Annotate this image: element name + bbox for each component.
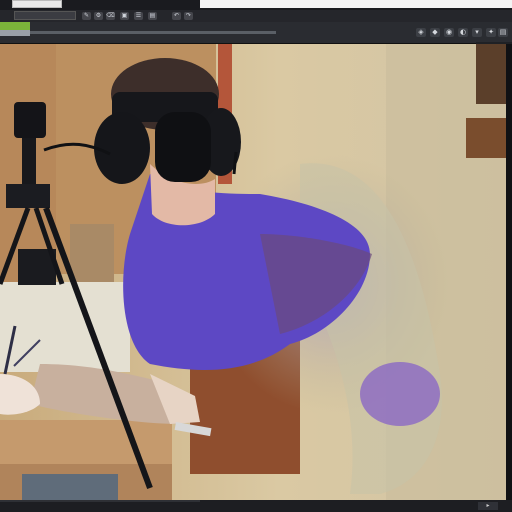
next-page-button[interactable]: ▸ [478, 502, 498, 510]
title-strip [0, 0, 512, 10]
timeline-track[interactable] [30, 31, 276, 34]
contrast-icon[interactable]: ◐ [458, 28, 468, 37]
canvas-artwork [0, 44, 506, 500]
wall-shelf [466, 118, 506, 158]
redo-icon[interactable]: ↷ [184, 12, 193, 20]
layers-icon[interactable]: ☰ [134, 12, 143, 20]
tripod-head [6, 184, 50, 208]
eraser-icon[interactable]: ⌫ [106, 12, 115, 20]
paper-stack [0, 282, 130, 372]
scrollbar-track[interactable] [506, 44, 512, 500]
effects-icon[interactable]: ✦ [486, 28, 496, 37]
fill-tool-icon[interactable]: ◆ [430, 28, 440, 37]
status-bar: ▸ [0, 500, 512, 512]
folder-icon[interactable]: ▣ [120, 12, 129, 20]
status-divider [0, 500, 200, 502]
document-tab[interactable] [12, 0, 62, 8]
headset-cable [232, 151, 238, 175]
camera-mount [22, 138, 36, 188]
drawing-canvas[interactable] [0, 44, 506, 500]
address-bar[interactable] [200, 0, 512, 8]
image-icon[interactable]: ▤ [148, 12, 157, 20]
pen-tool-icon[interactable]: ◈ [416, 28, 426, 37]
desk-drawer [22, 474, 118, 500]
dropdown-icon[interactable]: ▾ [472, 28, 482, 37]
toolbar: ✎ ⚙ ⌫ ▣ ☰ ▤ ↶ ↷ [0, 10, 512, 22]
status-indicator [0, 22, 30, 30]
camera-body [14, 102, 46, 138]
target-icon[interactable]: ◉ [444, 28, 454, 37]
settings-icon[interactable]: ⚙ [94, 12, 103, 20]
ghost-sleeve [360, 362, 440, 426]
box [70, 224, 114, 284]
left-earcup [94, 112, 150, 184]
brush-icon[interactable]: ✎ [82, 12, 91, 20]
document-bar: ◈ ◆ ◉ ◐ ▾ ✦ ▤ [0, 22, 512, 44]
undo-icon[interactable]: ↶ [172, 12, 181, 20]
layer-name-field[interactable] [14, 11, 76, 20]
panel-icon[interactable]: ▤ [498, 28, 508, 37]
status-subbar [0, 30, 30, 36]
shelf-top [476, 44, 506, 104]
headset-visor [155, 112, 211, 182]
